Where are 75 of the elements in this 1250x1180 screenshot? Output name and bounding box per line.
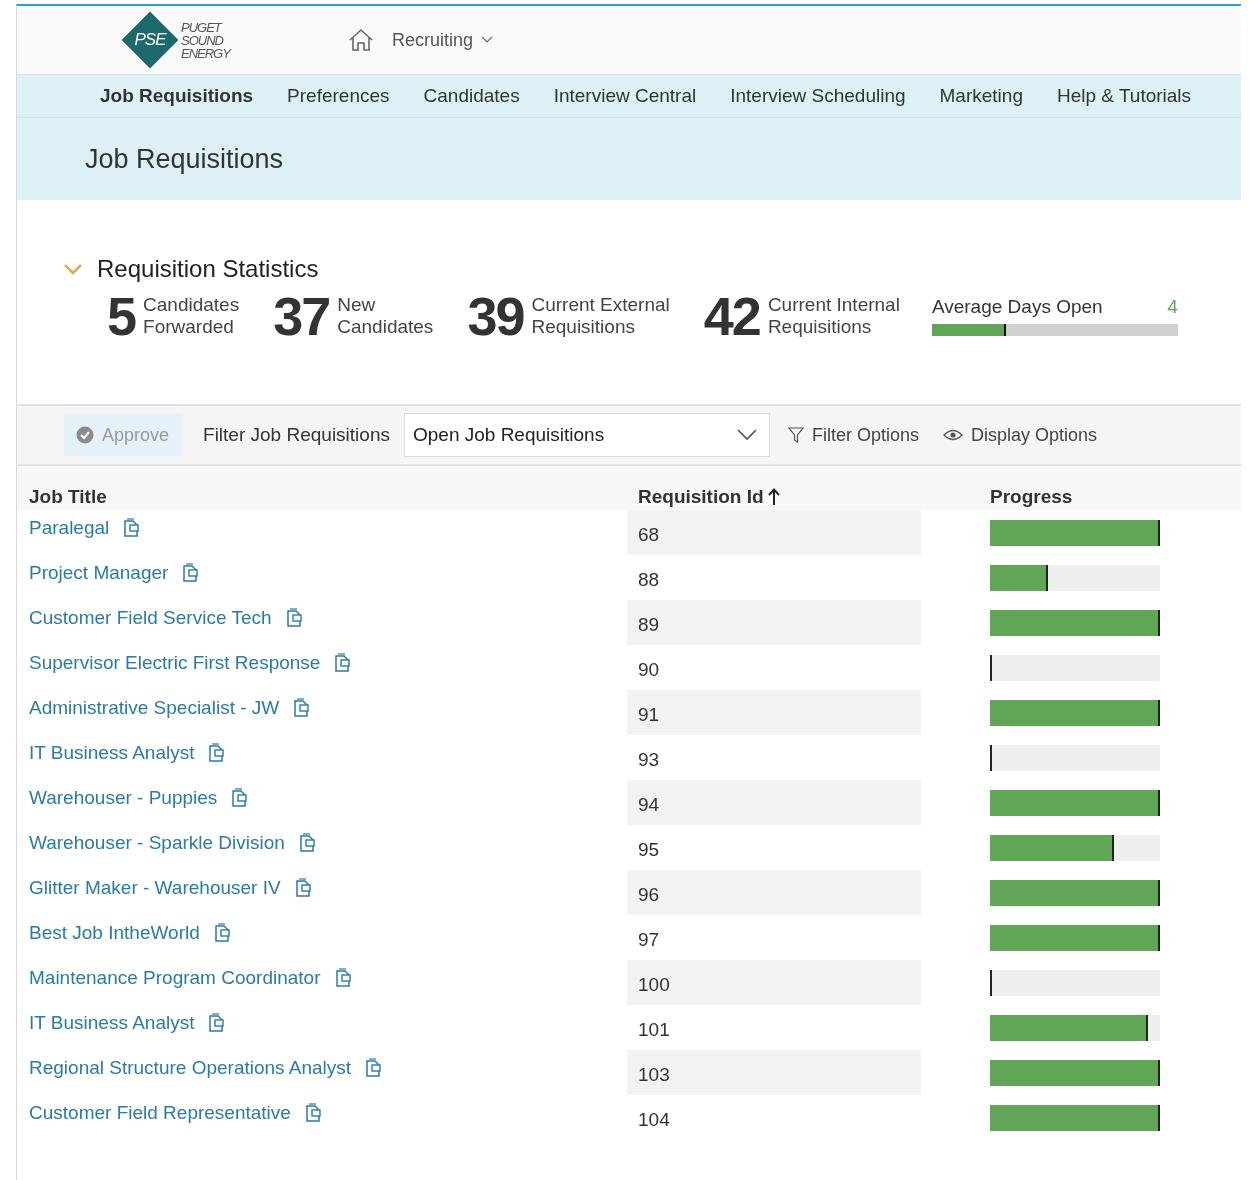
copy-icon[interactable] — [291, 697, 312, 717]
filter-dropdown[interactable]: Open Job Requisitions — [403, 413, 770, 457]
caret-icon — [480, 36, 493, 44]
job-title-link[interactable]: Best Job IntheWorld — [29, 922, 200, 944]
stat-number: 42 — [703, 289, 760, 343]
job-title-link[interactable]: IT Business Analyst — [29, 742, 195, 764]
logo-word: PUGET — [181, 20, 224, 34]
job-title-link[interactable]: Customer Field Representative — [29, 1102, 291, 1124]
table-cell-text: 90 — [637, 657, 661, 682]
logo-mark: PSE — [121, 11, 179, 69]
stat-label: Current Internal Requisitions — [767, 294, 900, 338]
table-cell: 103 — [627, 1050, 921, 1095]
job-title-link[interactable]: Warehouser - Puppies — [29, 787, 218, 809]
copy-icon[interactable] — [206, 742, 227, 762]
logo-word: SOUND — [181, 33, 225, 47]
stat-label: Candidates Forwarded — [143, 294, 240, 338]
stat-number: 39 — [467, 289, 524, 343]
eye-icon — [943, 429, 963, 441]
logo-word: ENERGY — [181, 46, 230, 60]
column-header[interactable]: Job Title — [29, 486, 107, 508]
table-cell: 89 — [627, 600, 921, 645]
nav-tab[interactable]: Candidates — [406, 85, 537, 107]
job-title-link[interactable]: Supervisor Electric First Response — [29, 652, 321, 674]
nav-tab[interactable]: Interview Central — [536, 85, 714, 107]
copy-icon[interactable] — [180, 562, 201, 582]
table-cell: 91 — [627, 690, 921, 735]
stat-value: 4 — [1167, 296, 1178, 318]
stat-label: Average Days Open — [931, 296, 1103, 318]
display-options-button[interactable]: Display Options — [943, 424, 1098, 446]
nav-tab[interactable]: Job Requisitions — [83, 85, 271, 107]
job-title-link[interactable]: IT Business Analyst — [29, 1012, 195, 1034]
job-title-link[interactable]: Maintenance Program Coordinator — [29, 967, 321, 989]
filter-label: Filter Job Requisitions — [203, 424, 390, 446]
copy-icon[interactable] — [121, 517, 142, 537]
job-title-link[interactable]: Customer Field Service Tech — [29, 607, 272, 629]
table-cell: 96 — [627, 870, 921, 915]
table-cell: 68 — [627, 510, 921, 555]
stat-number: 5 — [107, 289, 136, 343]
copy-icon[interactable] — [332, 652, 353, 672]
column-header[interactable]: Progress — [990, 486, 1073, 508]
sort-arrow-icon — [767, 488, 780, 506]
nav-tab[interactable]: Help & Tutorials — [1039, 85, 1209, 107]
stat-label: Current External Requisitions — [531, 294, 670, 338]
chevron-icon — [63, 263, 83, 275]
copy-icon[interactable] — [206, 1012, 227, 1032]
copy-icon[interactable] — [363, 1057, 384, 1077]
chevron-icon — [736, 429, 757, 441]
table-cell-text: 93 — [637, 747, 661, 772]
job-title-link[interactable]: Project Manager — [29, 562, 169, 584]
module-menu[interactable]: Recruiting — [391, 29, 493, 51]
page-title: Job Requisitions — [84, 143, 285, 175]
table-cell-text: 101 — [637, 1017, 671, 1042]
table-cell-text: 104 — [637, 1107, 671, 1132]
job-title-link[interactable]: Administrative Specialist - JW — [29, 697, 280, 719]
job-title-link[interactable]: Regional Structure Operations Analyst — [29, 1057, 352, 1079]
stat-number: 37 — [273, 289, 330, 343]
table-cell-text: 95 — [637, 837, 661, 862]
copy-icon[interactable] — [229, 787, 250, 807]
nav-tab[interactable]: Marketing — [922, 85, 1040, 107]
nav-tab[interactable]: Preferences — [270, 85, 407, 107]
filter-icon — [787, 427, 804, 443]
nav-tab[interactable]: Interview Scheduling — [713, 85, 923, 107]
section-title: Requisition Statistics — [97, 255, 319, 283]
job-title-link[interactable]: Warehouser - Sparkle Division — [29, 832, 285, 854]
check-icon — [76, 426, 94, 444]
job-title-link[interactable]: Paralegal — [29, 517, 110, 539]
collapse-toggle[interactable] — [63, 263, 83, 275]
home-icon[interactable] — [347, 28, 374, 52]
table-cell: 94 — [627, 780, 921, 825]
job-title-link[interactable]: Glitter Maker - Warehouser IV — [29, 877, 281, 899]
table-cell-text: 97 — [637, 927, 661, 952]
table-cell-text: 88 — [637, 567, 661, 592]
table-cell: 100 — [627, 960, 921, 1005]
filter-options-button[interactable]: Filter Options — [787, 424, 919, 446]
stat-label: New Candidates — [337, 294, 434, 338]
